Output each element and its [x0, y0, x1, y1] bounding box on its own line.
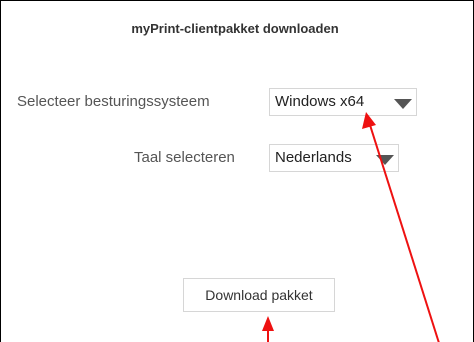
- download-package-button[interactable]: Download pakket: [183, 278, 335, 312]
- os-select[interactable]: Windows x64: [269, 88, 417, 116]
- language-select-value: Nederlands: [275, 149, 352, 166]
- chevron-down-icon: [394, 99, 412, 109]
- language-label: Taal selecteren: [134, 149, 235, 166]
- screenshot-frame: myPrint-clientpakket downloaden Selectee…: [0, 0, 474, 342]
- os-label: Selecteer besturingssysteem: [17, 93, 210, 110]
- panel-title: myPrint-clientpakket downloaden: [131, 21, 339, 36]
- chevron-down-icon: [376, 155, 394, 165]
- os-select-value: Windows x64: [275, 93, 365, 110]
- language-select[interactable]: Nederlands: [269, 144, 399, 172]
